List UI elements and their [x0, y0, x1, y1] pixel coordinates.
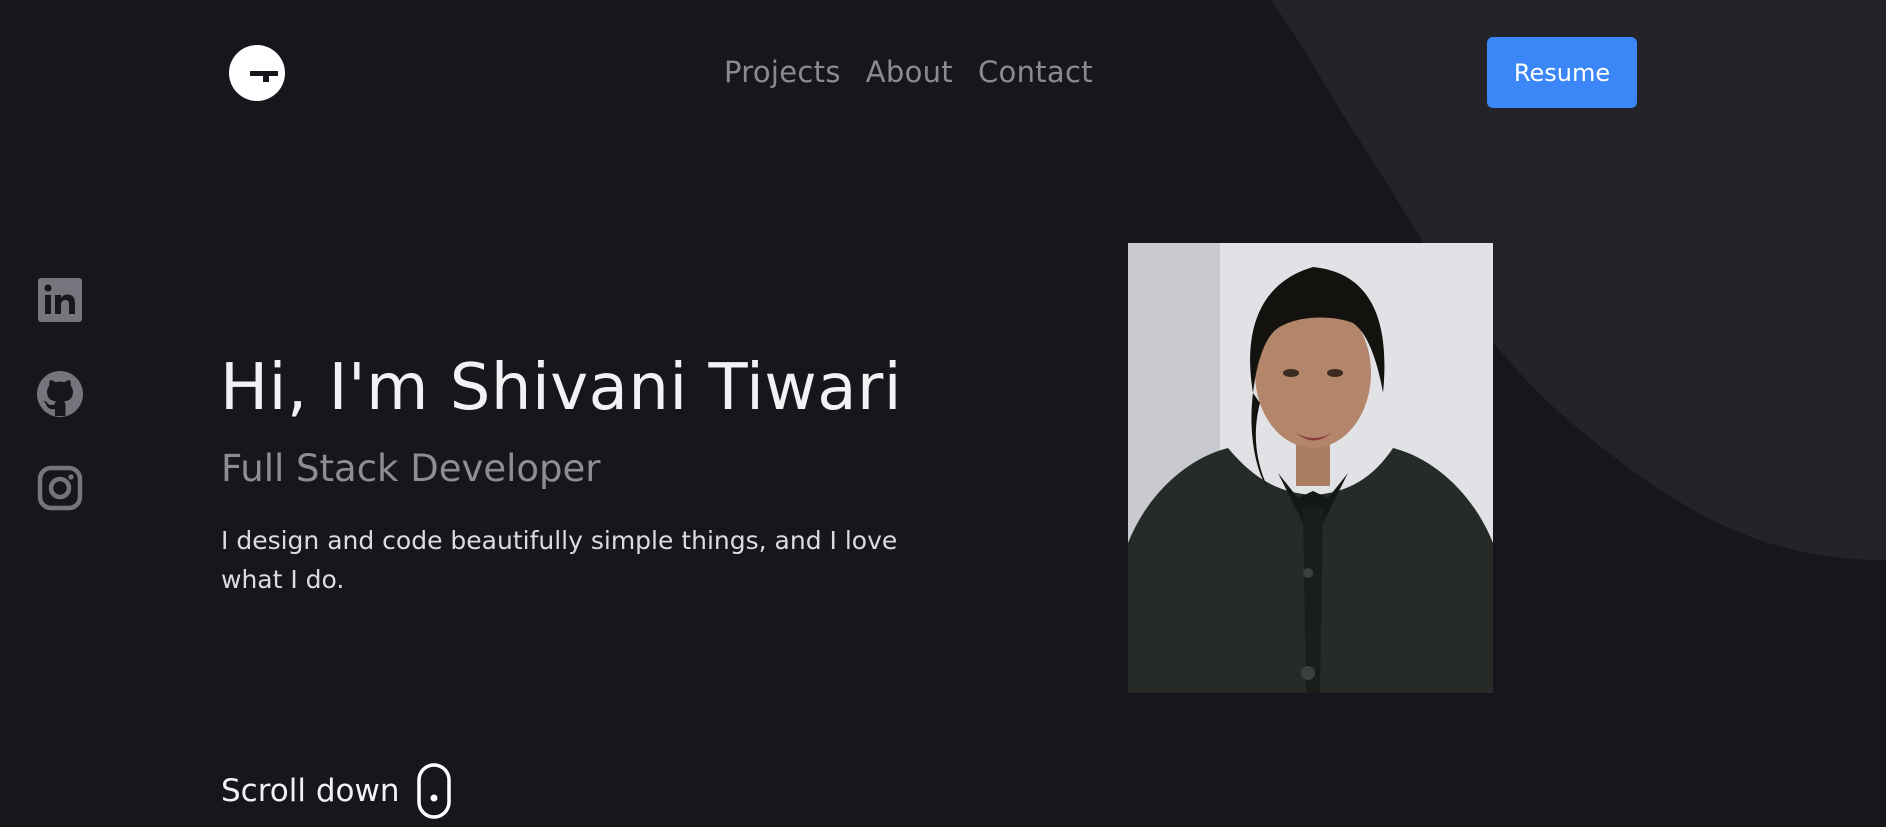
g-logo-icon: [229, 45, 285, 101]
github-icon[interactable]: [36, 370, 84, 418]
hero-title: Hi, I'm Shivani Tiwari: [220, 351, 903, 425]
nav-link-about[interactable]: About: [866, 52, 953, 92]
profile-photo: [1128, 243, 1493, 693]
main-nav: Projects About Contact: [724, 52, 1093, 92]
scroll-down-label: Scroll down: [221, 773, 400, 809]
hero-description: I design and code beautifully simple thi…: [221, 526, 898, 594]
linkedin-icon[interactable]: [36, 276, 84, 324]
portfolio-page: Projects About Contact Resume Hi, I'm Sh…: [0, 0, 1886, 827]
scroll-down-indicator[interactable]: Scroll down: [221, 763, 452, 819]
nav-link-projects[interactable]: Projects: [724, 52, 841, 92]
resume-button[interactable]: Resume: [1487, 37, 1637, 108]
nav-link-contact[interactable]: Contact: [978, 52, 1093, 92]
social-links: [36, 276, 84, 512]
instagram-icon[interactable]: [36, 464, 84, 512]
mouse-icon: [417, 763, 452, 819]
logo[interactable]: [228, 44, 286, 102]
hero-subtitle: Full Stack Developer: [221, 447, 601, 490]
